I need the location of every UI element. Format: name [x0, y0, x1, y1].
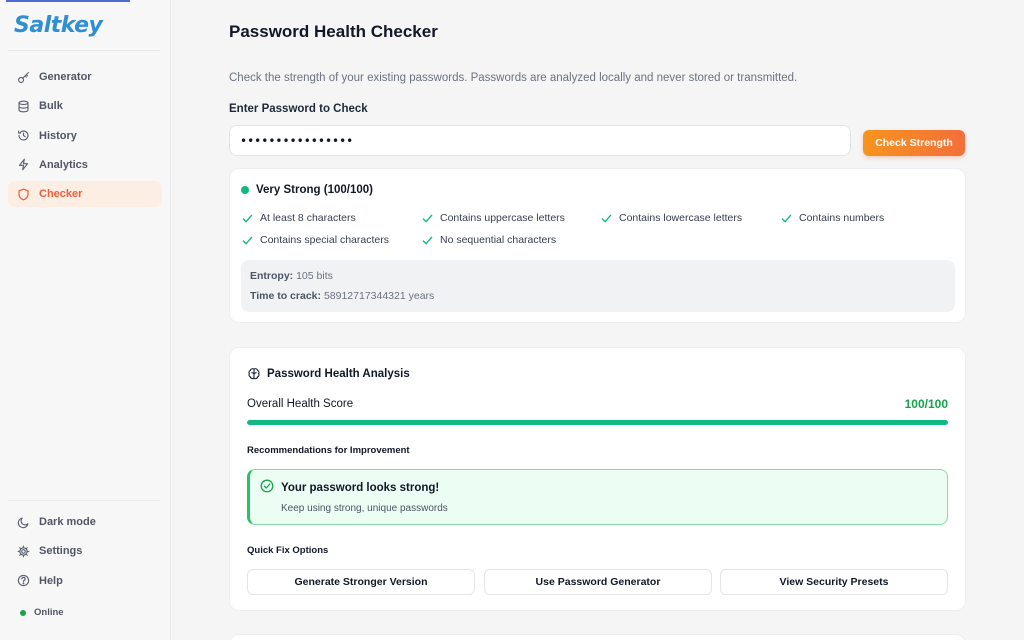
health-score-value: 100/100	[904, 397, 948, 411]
sidebar-item-label: Help	[39, 574, 63, 587]
check-circle-icon	[260, 479, 274, 493]
page-description: Check the strength of your existing pass…	[229, 72, 798, 84]
gear-icon	[17, 545, 30, 558]
sidebar-item-label: Dark mode	[39, 516, 96, 528]
check-icon	[242, 214, 253, 222]
recommendation-text: Keep using strong, unique passwords	[281, 503, 448, 514]
criteria-item: Contains uppercase letters	[422, 212, 565, 224]
sidebar-item-bulk[interactable]: Bulk	[8, 93, 162, 119]
criteria-text: Contains special characters	[260, 234, 389, 246]
quick-fix-label: Quick Fix Options	[247, 545, 329, 556]
check-icon	[601, 214, 612, 222]
criteria-text: Contains lowercase letters	[619, 212, 743, 224]
criteria-text: Contains uppercase letters	[440, 212, 565, 224]
top-accent-line	[6, 0, 130, 2]
criteria-item: Contains special characters	[242, 234, 389, 246]
sidebar-item-label: History	[39, 129, 77, 142]
sidebar-item-label: Checker	[39, 188, 83, 201]
sidebar-item-analytics[interactable]: Analytics	[8, 152, 162, 178]
history-icon	[18, 130, 29, 141]
recommendations-label: Recommendations for Improvement	[247, 445, 410, 456]
key-icon	[18, 71, 29, 83]
view-presets-button[interactable]: View Security Presets	[720, 569, 948, 595]
check-icon	[242, 236, 253, 244]
dark-mode-toggle[interactable]: Dark mode	[8, 509, 162, 535]
sidebar-item-label: Bulk	[39, 100, 63, 113]
use-generator-button[interactable]: Use Password Generator	[484, 569, 712, 595]
shield-icon	[18, 188, 29, 201]
health-score-progress-bar	[247, 420, 948, 425]
health-analysis-header: Password Health Analysis	[247, 367, 410, 381]
connection-status: Online	[20, 607, 64, 618]
criteria-item: Contains lowercase letters	[601, 212, 742, 224]
sidebar-item-generator[interactable]: Generator	[8, 64, 162, 90]
strength-result-card: Very Strong (100/100) At least 8 charact…	[229, 168, 966, 323]
sidebar-item-history[interactable]: History	[8, 123, 162, 149]
password-input-label: Enter Password to Check	[229, 103, 368, 115]
criteria-item: No sequential characters	[422, 234, 556, 246]
entropy-value: 105 bits	[296, 270, 333, 282]
sidebar-item-help[interactable]: Help	[8, 568, 162, 594]
entropy-row: Entropy: 105 bits	[250, 270, 333, 282]
criteria-text: Contains numbers	[799, 212, 885, 224]
password-input[interactable]	[229, 125, 851, 156]
crack-time-label: Time to crack:	[250, 290, 322, 302]
strength-label: Very Strong (100/100)	[256, 184, 373, 196]
brain-icon	[248, 368, 260, 380]
divider	[8, 50, 160, 51]
check-icon	[422, 236, 433, 244]
health-analysis-card: Password Health Analysis Overall Health …	[229, 347, 966, 611]
sidebar-item-checker[interactable]: Checker	[8, 181, 162, 208]
entropy-info-box: Entropy: 105 bits Time to crack: 5891271…	[241, 260, 955, 312]
strength-header: Very Strong (100/100)	[241, 184, 373, 196]
recommendation-box: Your password looks strong! Keep using s…	[247, 469, 948, 525]
sidebar-bottom-nav: Dark mode Settings Help	[8, 509, 162, 597]
sidebar-item-settings[interactable]: Settings	[8, 538, 162, 564]
criteria-text: No sequential characters	[440, 234, 557, 246]
criteria-text: At least 8 characters	[260, 212, 356, 224]
sidebar-item-label: Generator	[39, 71, 92, 83]
sidebar-nav: Generator Bulk History Analytics Checker	[8, 64, 162, 210]
recommendation-title: Your password looks strong!	[281, 482, 440, 494]
entropy-label: Entropy:	[250, 270, 294, 282]
crack-time-row: Time to crack: 58912717344321 years	[250, 290, 434, 302]
health-analysis-title: Password Health Analysis	[267, 368, 410, 380]
sidebar: Saltkey Generator Bulk History Analytics…	[0, 0, 171, 640]
moon-icon	[17, 516, 29, 528]
help-icon	[17, 574, 30, 587]
status-dot-icon	[20, 609, 26, 616]
sidebar-item-label: Analytics	[39, 158, 88, 171]
generate-stronger-button[interactable]: Generate Stronger Version	[247, 569, 475, 595]
check-icon	[781, 214, 792, 222]
app-logo[interactable]: Saltkey	[14, 13, 103, 38]
check-strength-button[interactable]: Check Strength	[863, 130, 965, 156]
lightning-icon	[18, 159, 29, 171]
divider	[8, 500, 160, 501]
strength-dot-icon	[241, 186, 249, 194]
next-card	[229, 634, 966, 640]
health-score-progress-fill	[247, 420, 948, 425]
page-title: Password Health Checker	[229, 22, 438, 41]
health-score-label: Overall Health Score	[247, 398, 354, 410]
check-icon	[422, 214, 433, 222]
criteria-item: At least 8 characters	[242, 212, 356, 224]
status-label: Online	[34, 607, 64, 618]
crack-time-value: 58912717344321 years	[323, 290, 435, 302]
criteria-item: Contains numbers	[781, 212, 884, 224]
database-icon	[18, 100, 29, 113]
sidebar-item-label: Settings	[39, 545, 83, 558]
